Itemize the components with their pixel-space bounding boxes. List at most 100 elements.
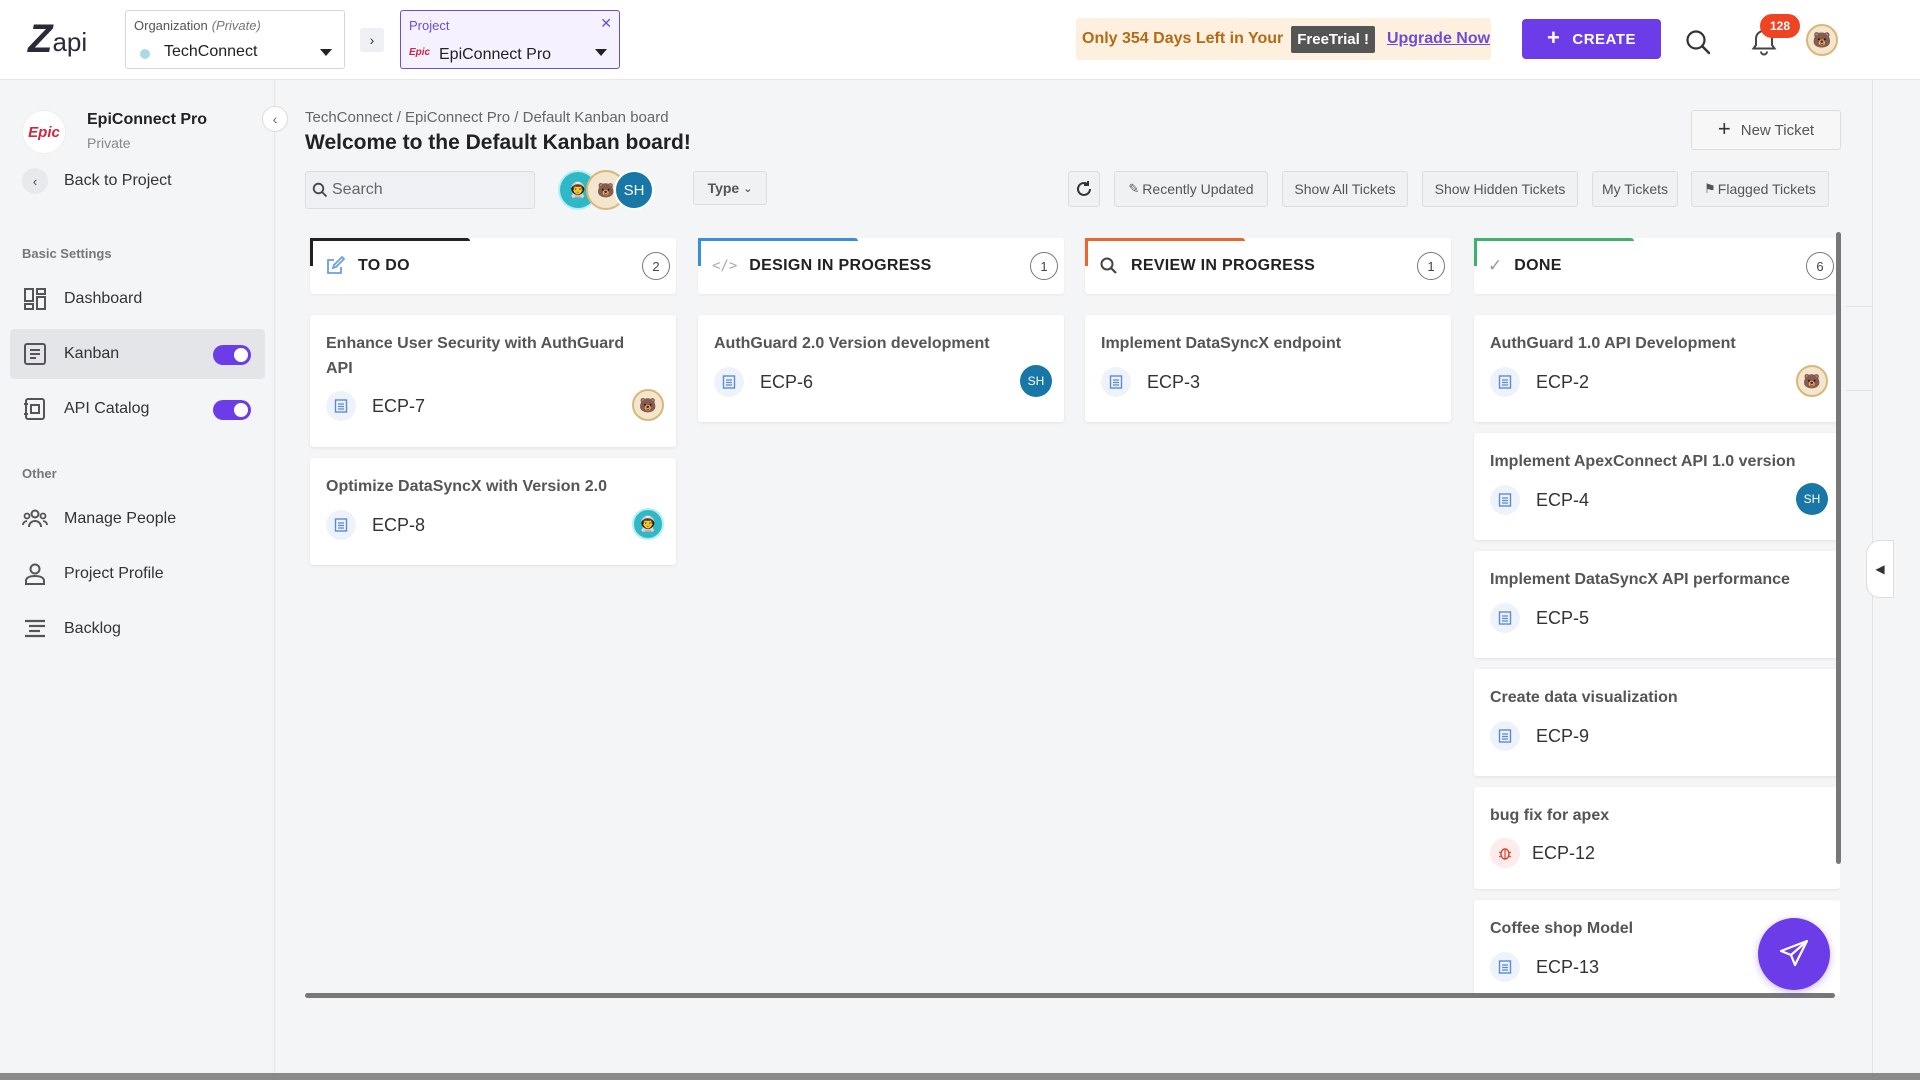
assignee-avatar-sh[interactable]: SH: [1796, 483, 1828, 515]
sidebar-item-label: Manage People: [64, 510, 177, 527]
ticket-card-ecp-6[interactable]: AuthGuard 2.0 Version development ECP-6 …: [698, 315, 1064, 422]
project-logo-icon: Epic: [409, 47, 431, 58]
search-input[interactable]: [332, 181, 522, 199]
column-accent: [1474, 238, 1477, 266]
project-label: Project: [409, 18, 450, 33]
close-icon[interactable]: ✕: [600, 15, 612, 32]
ticket-footer: ECP-12: [1490, 838, 1595, 868]
recently-updated-button[interactable]: ✎ Recently Updated: [1114, 171, 1268, 207]
ticket-card-ecp-12[interactable]: bug fix for apex ECP-12: [1474, 787, 1840, 889]
back-to-project-link[interactable]: ‹ Back to Project: [22, 168, 172, 194]
logo-text: api: [52, 26, 88, 57]
ticket-card-ecp-9[interactable]: Create data visualization ECP-9: [1474, 669, 1840, 776]
organization-value: TechConnect: [164, 43, 258, 60]
notification-badge: 128: [1760, 14, 1800, 38]
new-ticket-button[interactable]: + New Ticket: [1691, 110, 1841, 150]
project-select[interactable]: Project ✕ Epic EpiConnect Pro: [400, 10, 620, 69]
kanban-icon: [24, 343, 46, 365]
top-bar: Z api Organization (Private) TechConnect …: [0, 0, 1920, 80]
collapse-sidebar-button[interactable]: ‹: [262, 106, 288, 132]
type-filter-label: Type: [707, 180, 740, 196]
ticket-key: ECP-3: [1147, 371, 1201, 392]
search-icon[interactable]: [1684, 28, 1712, 56]
ticket-key: ECP-13: [1536, 956, 1600, 977]
sidebar: Epic EpiConnect Pro Private ‹ Back to Pr…: [0, 80, 275, 1080]
chevron-right-icon[interactable]: ›: [360, 28, 384, 52]
create-button-label: CREATE: [1572, 30, 1636, 48]
sidebar-item-label: Dashboard: [64, 290, 143, 307]
column-accent: [310, 238, 313, 266]
quick-action-button[interactable]: [1758, 918, 1830, 990]
horizontal-scrollbar[interactable]: [305, 993, 1835, 998]
sidebar-item-project-profile[interactable]: Project Profile: [10, 549, 265, 599]
assignee-avatar-bear[interactable]: 🐻: [1796, 365, 1828, 397]
ticket-card-ecp-8[interactable]: Optimize DataSyncX with Version 2.0 ECP-…: [310, 458, 676, 565]
expand-panel-handle[interactable]: ◀: [1866, 540, 1894, 598]
column-count: 1: [1030, 252, 1058, 280]
sidebar-item-kanban[interactable]: Kanban: [10, 329, 265, 379]
ticket-key: ECP-8: [372, 514, 426, 535]
vertical-scrollbar[interactable]: [1836, 232, 1841, 864]
ticket-card-ecp-5[interactable]: Implement DataSyncX API performance ECP-…: [1474, 551, 1840, 658]
column-count: 2: [642, 252, 670, 280]
check-icon: ✓: [1488, 256, 1503, 275]
plus-icon: +: [1547, 24, 1561, 50]
column-accent: [1085, 238, 1088, 266]
ticket-card-ecp-2[interactable]: AuthGuard 1.0 API Development ECP-2 🐻: [1474, 315, 1840, 422]
column-header-review-in-progress: REVIEW IN PROGRESS 1: [1085, 238, 1451, 294]
api-catalog-toggle[interactable]: [213, 400, 251, 420]
ticket-footer: ECP-5: [1490, 603, 1589, 633]
refresh-button[interactable]: [1068, 171, 1100, 207]
sidebar-item-manage-people[interactable]: Manage People: [10, 494, 265, 544]
show-all-tickets-button[interactable]: Show All Tickets: [1282, 171, 1408, 207]
edit-icon: ✎: [1128, 181, 1140, 196]
kanban-toggle[interactable]: [213, 345, 251, 365]
column-accent: [310, 238, 470, 241]
rail-divider: [1846, 306, 1872, 307]
project-logo: Epic: [22, 110, 66, 154]
trial-banner: Only 354 Days Left in Your FreeTrial ! U…: [1076, 18, 1491, 60]
bottom-scrollbar[interactable]: [0, 1073, 1920, 1080]
sidebar-item-dashboard[interactable]: Dashboard: [10, 274, 265, 324]
avatar-sh[interactable]: SH: [614, 170, 654, 210]
sidebar-item-api-catalog[interactable]: API Catalog: [10, 384, 265, 434]
refresh-icon: [1077, 181, 1091, 196]
type-filter-button[interactable]: Type ⌄: [693, 171, 767, 205]
bug-icon: [1490, 838, 1520, 868]
ticket-title: AuthGuard 1.0 API Development: [1490, 335, 1736, 352]
ticket-footer: ECP-3: [1101, 367, 1200, 397]
user-avatar[interactable]: 🐻: [1806, 24, 1838, 56]
sidebar-item-backlog[interactable]: Backlog: [10, 604, 265, 654]
organization-logo-icon: [140, 49, 150, 59]
ticket-title: Implement DataSyncX API performance: [1490, 571, 1790, 588]
zapi-logo[interactable]: Z api: [28, 14, 110, 64]
ticket-title: Implement DataSyncX endpoint: [1101, 335, 1342, 352]
sidebar-item-label: API Catalog: [64, 400, 150, 417]
sidebar-item-label: Kanban: [64, 345, 120, 362]
upgrade-now-link[interactable]: Upgrade Now: [1387, 30, 1490, 48]
trial-badge: FreeTrial !: [1291, 25, 1375, 53]
flagged-tickets-button[interactable]: ⚑ Flagged Tickets: [1691, 171, 1829, 207]
organization-select[interactable]: Organization (Private) TechConnect: [125, 10, 345, 69]
my-tickets-button[interactable]: My Tickets: [1592, 171, 1678, 207]
show-hidden-tickets-button[interactable]: Show Hidden Tickets: [1422, 171, 1578, 207]
sidebar-project-name: EpiConnect Pro: [87, 111, 208, 128]
column-header-design-in-progress: </> DESIGN IN PROGRESS 1: [698, 238, 1064, 294]
column-accent: [698, 238, 858, 241]
assignee-avatar-bear[interactable]: 🐻: [632, 389, 664, 421]
ticket-card-ecp-4[interactable]: Implement ApexConnect API 1.0 version EC…: [1474, 433, 1840, 540]
filter-label: Flagged Tickets: [1717, 181, 1816, 197]
ticket-footer: ECP-8: [326, 510, 425, 540]
ticket-key: ECP-5: [1536, 607, 1590, 628]
section-other: Other: [22, 466, 57, 481]
ticket-footer: ECP-13: [1490, 952, 1599, 982]
create-button[interactable]: + CREATE: [1522, 19, 1661, 59]
caret-down-icon: [320, 49, 332, 56]
search-icon: [1100, 257, 1117, 274]
assignee-avatar-sh[interactable]: SH: [1020, 365, 1052, 397]
ticket-card-ecp-7[interactable]: Enhance User Security with AuthGuard API…: [310, 315, 676, 447]
ticket-title: Implement ApexConnect API 1.0 version: [1490, 453, 1796, 470]
filter-label: Recently Updated: [1142, 181, 1254, 197]
ticket-card-ecp-3[interactable]: Implement DataSyncX endpoint ECP-3: [1085, 315, 1451, 422]
assignee-avatar-astronaut[interactable]: 👨‍🚀: [632, 508, 664, 540]
